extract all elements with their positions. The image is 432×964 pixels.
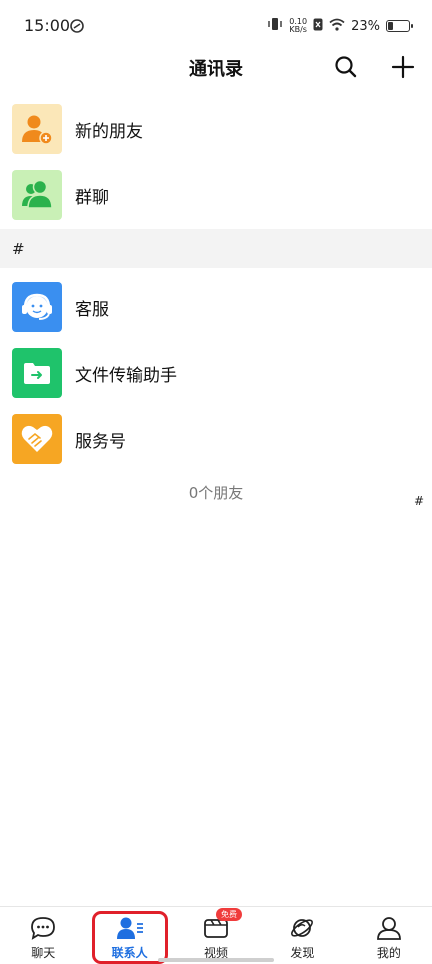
home-indicator[interactable] bbox=[158, 958, 274, 962]
group-chat-label: 群聊 bbox=[75, 187, 109, 208]
vibrate-icon bbox=[267, 17, 283, 35]
friend-count: 0个朋友 bbox=[188, 484, 244, 502]
group-chat-icon bbox=[12, 170, 62, 220]
top-header: 通讯录 bbox=[0, 50, 432, 86]
nav-discover[interactable]: 发现 bbox=[259, 907, 345, 964]
new-friends-label: 新的朋友 bbox=[75, 121, 143, 142]
nav-chat[interactable]: 聊天 bbox=[0, 907, 86, 964]
nav-label: 发现 bbox=[290, 946, 315, 960]
search-icon bbox=[335, 56, 357, 78]
status-bar: 15:00 0.10 KB/s 23% bbox=[0, 0, 432, 50]
video-icon: 免费 bbox=[202, 908, 243, 941]
wifi-icon bbox=[329, 18, 345, 35]
contacts-list: 新的朋友 群聊 # 客服 文件传输助手 服务号 bbox=[0, 96, 432, 472]
contact-row-file-transfer[interactable]: 文件传输助手 bbox=[0, 340, 432, 406]
contact-label: 文件传输助手 bbox=[75, 365, 177, 386]
add-friend-icon bbox=[12, 104, 62, 154]
nav-label: 联系人 bbox=[111, 946, 148, 960]
new-friends-row[interactable]: 新的朋友 bbox=[0, 96, 432, 162]
contact-label: 客服 bbox=[75, 299, 109, 320]
chat-icon bbox=[29, 915, 57, 941]
nav-label: 我的 bbox=[376, 946, 401, 960]
bottom-nav: 聊天 联系人 免费 视频 发现 我的 bbox=[0, 906, 432, 964]
battery-percent: 23% bbox=[351, 18, 380, 34]
contact-label: 服务号 bbox=[75, 431, 126, 452]
section-header-hash: # bbox=[0, 229, 432, 268]
nav-contacts[interactable]: 联系人 bbox=[86, 907, 172, 964]
nav-video[interactable]: 免费 视频 bbox=[173, 907, 259, 964]
file-transfer-icon bbox=[12, 348, 62, 398]
sim-off-icon bbox=[313, 18, 323, 35]
discover-planet-icon bbox=[288, 915, 316, 941]
battery-icon bbox=[386, 20, 413, 32]
net-speed-unit: KB/s bbox=[289, 25, 307, 34]
nav-profile[interactable]: 我的 bbox=[346, 907, 432, 964]
contact-row-customer-service[interactable]: 客服 bbox=[0, 274, 432, 340]
group-chat-row[interactable]: 群聊 bbox=[0, 162, 432, 228]
network-speed: 0.10 KB/s bbox=[289, 18, 307, 34]
plus-icon bbox=[391, 55, 415, 79]
contact-row-service-account[interactable]: 服务号 bbox=[0, 406, 432, 472]
nav-label: 聊天 bbox=[31, 946, 56, 960]
alphabet-index-hash[interactable]: # bbox=[414, 494, 424, 508]
status-time: 15:00 bbox=[24, 16, 71, 35]
page-title: 通讯录 bbox=[189, 59, 243, 80]
sync-icon bbox=[70, 18, 84, 33]
battery-level bbox=[388, 22, 394, 30]
customer-service-icon bbox=[12, 282, 62, 332]
contacts-icon bbox=[116, 915, 144, 941]
search-button[interactable] bbox=[331, 52, 361, 82]
free-badge: 免费 bbox=[216, 908, 243, 921]
service-account-icon bbox=[12, 414, 62, 464]
profile-icon bbox=[375, 915, 403, 941]
add-button[interactable] bbox=[388, 52, 418, 82]
status-indicators: 0.10 KB/s 23% bbox=[267, 16, 413, 36]
